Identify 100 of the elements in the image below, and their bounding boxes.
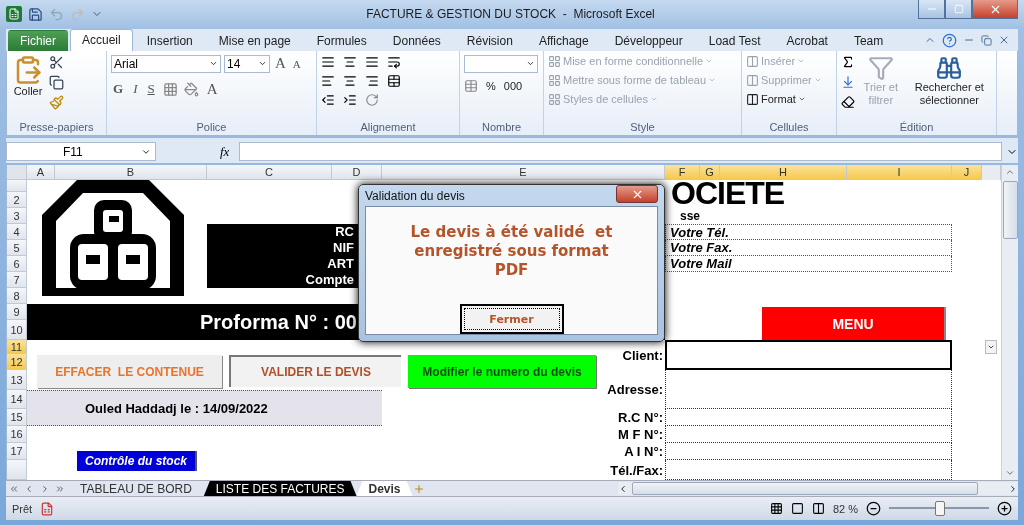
- client-input-cell[interactable]: [665, 370, 952, 409]
- align-right-icon[interactable]: [365, 73, 379, 88]
- macro-record-icon[interactable]: [40, 501, 55, 516]
- thousands-button[interactable]: 000: [503, 79, 523, 92]
- sheet-tab[interactable]: Devis: [356, 481, 413, 496]
- find-select-button[interactable]: Rechercher et sélectionner: [906, 54, 992, 107]
- ribbon-tab[interactable]: Formules: [304, 29, 379, 51]
- dialog-close-button[interactable]: [616, 185, 658, 203]
- align-bottom-icon[interactable]: [365, 54, 379, 69]
- formula-input[interactable]: [239, 142, 1002, 161]
- paste-button[interactable]: Coller: [11, 54, 45, 98]
- row-header[interactable]: 15: [7, 409, 27, 426]
- ribbon-tab[interactable]: Affichage: [526, 29, 601, 51]
- row-header[interactable]: 9: [7, 304, 27, 320]
- row-header[interactable]: 17: [7, 443, 27, 460]
- italic-button[interactable]: I: [131, 81, 140, 98]
- client-input-cell[interactable]: [665, 340, 952, 370]
- client-input-cell[interactable]: [665, 426, 952, 443]
- row-header[interactable]: 7: [7, 272, 27, 288]
- column-header[interactable]: G: [700, 165, 720, 180]
- scroll-left-icon[interactable]: [618, 483, 628, 494]
- align-left-icon[interactable]: [321, 73, 335, 88]
- ribbon-tab[interactable]: Insertion: [134, 29, 205, 51]
- normal-view-icon[interactable]: [769, 502, 783, 515]
- row-header[interactable]: 4: [7, 224, 27, 240]
- minimize-button[interactable]: [918, 0, 945, 19]
- ribbon-tab[interactable]: Team: [841, 29, 896, 51]
- scroll-thumb[interactable]: [1002, 181, 1018, 239]
- merge-cells-icon[interactable]: [387, 73, 401, 88]
- font-size-field[interactable]: 14: [224, 54, 270, 73]
- save-icon[interactable]: [28, 6, 43, 22]
- client-input-cell[interactable]: [665, 443, 952, 460]
- row-header[interactable]: 13: [7, 370, 27, 390]
- row-header[interactable]: 10: [7, 320, 27, 340]
- insert-function-button[interactable]: fx: [220, 143, 230, 160]
- copy-icon[interactable]: [49, 74, 64, 90]
- page-break-icon[interactable]: [811, 502, 825, 515]
- percent-button[interactable]: %: [486, 79, 496, 92]
- column-header[interactable]: J: [952, 165, 982, 180]
- borders-icon[interactable]: [162, 81, 178, 97]
- page-layout-icon[interactable]: [790, 502, 804, 515]
- row-header[interactable]: 2: [7, 192, 27, 208]
- row-header[interactable]: 5: [7, 240, 27, 256]
- autosum-icon[interactable]: [841, 54, 855, 69]
- close-button[interactable]: [972, 0, 1018, 19]
- row-header[interactable]: 16: [7, 426, 27, 443]
- number-format-field[interactable]: [464, 54, 538, 73]
- cut-icon[interactable]: [49, 54, 64, 70]
- fill-color-icon[interactable]: [183, 81, 199, 97]
- row-header[interactable]: 3: [7, 208, 27, 224]
- row-header[interactable]: 14: [7, 390, 27, 409]
- fill-icon[interactable]: [841, 74, 855, 89]
- ribbon-tab[interactable]: Load Test: [696, 29, 773, 51]
- zoom-in-icon[interactable]: [997, 501, 1012, 516]
- scroll-right-icon[interactable]: [1008, 483, 1018, 494]
- vertical-scrollbar[interactable]: [1001, 165, 1018, 480]
- column-header[interactable]: D: [332, 165, 382, 180]
- decrease-indent-icon[interactable]: [321, 92, 335, 107]
- client-input-cell[interactable]: [665, 409, 952, 426]
- maximize-button[interactable]: [945, 0, 972, 19]
- align-top-icon[interactable]: [321, 54, 335, 69]
- wrap-text-icon[interactable]: [387, 54, 401, 69]
- column-header[interactable]: F: [665, 165, 700, 180]
- ribbon-tab[interactable]: Accueil: [70, 28, 133, 51]
- shrink-font-button[interactable]: A: [290, 57, 303, 70]
- column-header[interactable]: C: [207, 165, 332, 180]
- column-header[interactable]: A: [27, 165, 55, 180]
- help-icon[interactable]: [942, 32, 957, 48]
- bold-button[interactable]: G: [111, 81, 126, 98]
- ribbon-tab[interactable]: Développeur: [602, 29, 695, 51]
- column-header[interactable]: B: [55, 165, 207, 180]
- restore-icon[interactable]: [981, 34, 992, 46]
- row-header[interactable]: 6: [7, 256, 27, 272]
- first-sheet-icon[interactable]: [8, 483, 19, 494]
- ribbon-tab[interactable]: Révision: [454, 29, 525, 51]
- grow-font-button[interactable]: A: [273, 55, 288, 73]
- underline-button[interactable]: S: [145, 81, 157, 98]
- cells-menu-button[interactable]: Format: [746, 92, 806, 106]
- increase-indent-icon[interactable]: [343, 92, 357, 107]
- zoom-thumb[interactable]: [935, 501, 945, 516]
- stock-control-button[interactable]: Contrôle du stock: [77, 451, 197, 471]
- file-tab[interactable]: Fichier: [8, 29, 68, 51]
- ribbon-tab[interactable]: Données: [380, 29, 453, 51]
- sheet-tab[interactable]: TABLEAU DE BORD: [68, 481, 204, 496]
- name-box[interactable]: F11: [6, 142, 156, 161]
- align-middle-icon[interactable]: [343, 54, 357, 69]
- font-color-button[interactable]: A: [204, 80, 220, 98]
- row-header[interactable]: 11: [7, 340, 27, 354]
- ribbon-tab[interactable]: Acrobat: [774, 29, 840, 51]
- dropdown-arrow-button[interactable]: [985, 340, 997, 354]
- last-sheet-icon[interactable]: [55, 483, 66, 494]
- column-header[interactable]: E: [382, 165, 665, 180]
- column-header[interactable]: I: [847, 165, 952, 180]
- menu-button[interactable]: MENU: [762, 307, 946, 340]
- sheet-tab[interactable]: LISTE DES FACTURES: [203, 481, 357, 496]
- row-header[interactable]: 8: [7, 288, 27, 304]
- validate-quote-button[interactable]: VALIDER LE DEVIS: [229, 355, 401, 387]
- column-header[interactable]: H: [720, 165, 847, 180]
- align-center-icon[interactable]: [343, 73, 357, 88]
- close-dialog-button[interactable]: Fermer: [459, 304, 564, 334]
